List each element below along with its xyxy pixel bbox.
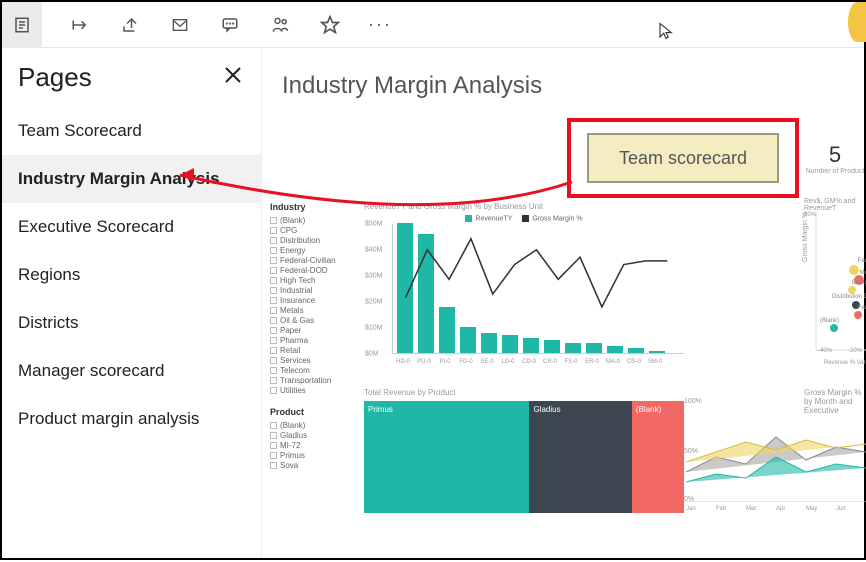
filter-industry-item[interactable]: Insurance xyxy=(270,296,356,305)
page-item-team-scorecard[interactable]: Team Scorecard xyxy=(2,107,261,155)
page-item-districts[interactable]: Districts xyxy=(2,299,261,347)
scatter-chart[interactable]: Rev$, GM% and RevenueT Gross Margin % 80… xyxy=(804,202,866,372)
avatar[interactable] xyxy=(848,2,866,42)
filter-industry-item[interactable]: Pharma xyxy=(270,336,356,345)
kpi-value: 5 xyxy=(804,142,866,168)
close-icon[interactable] xyxy=(221,63,245,92)
combo-chart[interactable]: RevenueTY and Gross Margin % by Business… xyxy=(364,202,684,372)
page-item-executive-scorecard[interactable]: Executive Scorecard xyxy=(2,203,261,251)
page-item-industry-margin[interactable]: Industry Margin Analysis xyxy=(2,155,261,203)
treemap-title: Total Revenue by Product xyxy=(364,388,684,397)
filter-product-item[interactable]: Gladius xyxy=(270,431,356,440)
filter-panel: Industry (Blank)CPGDistributionEnergyFed… xyxy=(270,202,356,471)
more-icon[interactable]: ··· xyxy=(364,9,396,41)
file-icon[interactable] xyxy=(2,2,42,48)
filter-product-item[interactable]: MI-72 xyxy=(270,441,356,450)
filter-industry-item[interactable]: Services xyxy=(270,356,356,365)
filter-industry-item[interactable]: Retail xyxy=(270,346,356,355)
filter-industry-item[interactable]: Industrial xyxy=(270,286,356,295)
area-chart[interactable]: Gross Margin % by Month and Executive 10… xyxy=(804,388,866,516)
filter-industry-item[interactable]: Federal-Civilian xyxy=(270,256,356,265)
treemap-chart[interactable]: Total Revenue by Product Primus Gladius … xyxy=(364,388,684,516)
combo-chart-title: RevenueTY and Gross Margin % by Business… xyxy=(364,202,684,211)
filter-industry-item[interactable]: Oil & Gas xyxy=(270,316,356,325)
combo-legend: RevenueTY Gross Margin % xyxy=(364,215,684,222)
filter-industry-item[interactable]: Federal-DOD xyxy=(270,266,356,275)
export-icon[interactable] xyxy=(64,9,96,41)
team-scorecard-button[interactable]: Team scorecard xyxy=(587,133,779,183)
report-title: Industry Margin Analysis xyxy=(282,72,864,100)
filter-product-item[interactable]: Sova xyxy=(270,461,356,470)
filter-industry-title: Industry xyxy=(270,202,356,212)
filter-industry-item[interactable]: Distribution xyxy=(270,236,356,245)
pages-title: Pages xyxy=(18,62,92,93)
top-toolbar: ··· xyxy=(2,2,864,48)
treemap-cell-primus[interactable]: Primus xyxy=(364,401,529,513)
filter-industry-item[interactable]: CPG xyxy=(270,226,356,235)
page-item-regions[interactable]: Regions xyxy=(2,251,261,299)
filter-product-item[interactable]: Primus xyxy=(270,451,356,460)
filter-industry-item[interactable]: Paper xyxy=(270,326,356,335)
treemap-cell-blank[interactable]: (Blank) xyxy=(632,401,684,513)
filter-industry-item[interactable]: High Tech xyxy=(270,276,356,285)
filter-product-title: Product xyxy=(270,407,356,417)
annotation-highlight: Team scorecard xyxy=(567,118,799,198)
kpi-label: Number of Product xyxy=(804,168,866,175)
filter-industry-item[interactable]: Metals xyxy=(270,306,356,315)
teams-icon[interactable] xyxy=(264,9,296,41)
chat-icon[interactable] xyxy=(214,9,246,41)
treemap-cell-gladius[interactable]: Gladius xyxy=(529,401,631,513)
share-icon[interactable] xyxy=(114,9,146,41)
kpi-card[interactable]: 5 Number of Product xyxy=(804,142,866,175)
filter-product-item[interactable]: (Blank) xyxy=(270,421,356,430)
page-item-manager-scorecard[interactable]: Manager scorecard xyxy=(2,347,261,395)
filter-industry-item[interactable]: Telecom xyxy=(270,366,356,375)
mail-icon[interactable] xyxy=(164,9,196,41)
page-item-product-margin[interactable]: Product margin analysis xyxy=(2,395,261,443)
filter-industry-item[interactable]: (Blank) xyxy=(270,216,356,225)
filter-industry-item[interactable]: Transportation xyxy=(270,376,356,385)
filter-industry-item[interactable]: Utilities xyxy=(270,386,356,395)
favorite-icon[interactable] xyxy=(314,9,346,41)
pages-panel: Pages Team Scorecard Industry Margin Ana… xyxy=(2,48,262,558)
filter-industry-item[interactable]: Energy xyxy=(270,246,356,255)
